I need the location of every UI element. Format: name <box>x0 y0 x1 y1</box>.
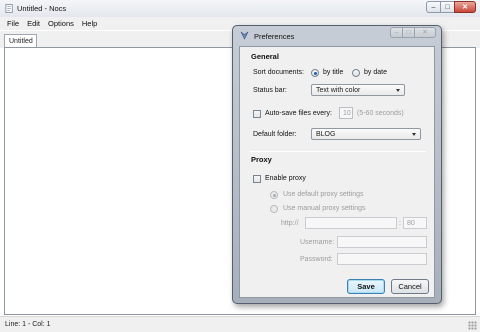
dialog-close-button[interactable]: ✕ <box>414 27 436 38</box>
main-title-bar[interactable]: Untitled - Nocs – □ ✕ <box>0 0 480 17</box>
password-input[interactable] <box>337 253 427 265</box>
username-label: Username: <box>300 239 335 246</box>
dropdown-arrow-icon <box>412 133 416 136</box>
dialog-window-controls: – □ ✕ <box>390 27 436 38</box>
sort-by-date-radio[interactable] <box>352 69 360 77</box>
sort-by-date-label[interactable]: by date <box>364 69 387 76</box>
status-bar-label: Status bar: <box>253 87 287 94</box>
proxy-host-input[interactable] <box>305 217 397 229</box>
cancel-button[interactable]: Cancel <box>391 279 429 294</box>
default-folder-label: Default folder: <box>253 131 297 138</box>
menu-options[interactable]: Options <box>44 17 78 30</box>
close-icon: ✕ <box>462 4 468 11</box>
enable-proxy-checkbox[interactable] <box>253 175 261 183</box>
sort-by-title-radio[interactable] <box>311 69 319 77</box>
autosave-label[interactable]: Auto-save files every: <box>265 110 332 117</box>
autosave-seconds-input[interactable]: 10 <box>339 107 353 119</box>
password-label: Password: <box>300 256 333 263</box>
proxy-port-value: 80 <box>407 219 415 227</box>
autosave-hint: (5-60 seconds) <box>357 110 404 117</box>
dialog-body: General Sort documents: by title by date… <box>239 46 435 298</box>
cursor-position: Line: 1 - Col: 1 <box>5 321 51 328</box>
section-divider <box>250 151 426 152</box>
proxy-host-prefix: http:// <box>281 220 299 227</box>
status-bar-select[interactable]: Text with color <box>311 84 405 96</box>
preferences-icon <box>240 31 249 40</box>
menu-file[interactable]: File <box>3 17 23 30</box>
proxy-heading: Proxy <box>251 155 272 164</box>
default-proxy-label[interactable]: Use default proxy settings <box>283 191 364 198</box>
manual-proxy-radio[interactable] <box>270 205 278 213</box>
minimize-icon: – <box>394 29 399 36</box>
sort-by-title-label[interactable]: by title <box>323 69 343 76</box>
default-proxy-radio[interactable] <box>270 191 278 199</box>
enable-proxy-label[interactable]: Enable proxy <box>265 175 306 182</box>
username-input[interactable] <box>337 236 427 248</box>
sort-label: Sort documents: <box>253 69 304 76</box>
save-button[interactable]: Save <box>347 279 385 294</box>
maximize-icon: □ <box>406 29 411 36</box>
maximize-button[interactable]: □ <box>440 1 455 13</box>
window-controls: – □ ✕ <box>426 1 476 14</box>
window-title: Untitled - Nocs <box>17 4 67 13</box>
close-button[interactable]: ✕ <box>454 1 476 13</box>
resize-grip-icon[interactable] <box>468 321 477 330</box>
status-bar: Line: 1 - Col: 1 <box>0 316 480 332</box>
default-folder-select[interactable]: BLOG <box>311 128 421 140</box>
autosave-seconds-value: 10 <box>343 109 351 117</box>
menu-edit[interactable]: Edit <box>23 17 44 30</box>
status-bar-value: Text with color <box>316 86 361 94</box>
minimize-button[interactable]: – <box>426 1 441 13</box>
dropdown-arrow-icon <box>396 89 400 92</box>
manual-proxy-label[interactable]: Use manual proxy settings <box>283 205 365 212</box>
proxy-port-separator: : <box>399 220 401 227</box>
menu-help[interactable]: Help <box>78 17 101 30</box>
maximize-icon: □ <box>445 4 450 11</box>
autosave-checkbox[interactable] <box>253 110 261 118</box>
default-folder-value: BLOG <box>316 130 336 138</box>
general-heading: General <box>251 52 279 61</box>
dialog-title: Preferences <box>254 32 295 41</box>
minimize-icon: – <box>431 4 436 11</box>
app-icon <box>5 4 13 13</box>
close-icon: ✕ <box>422 29 428 36</box>
proxy-port-input[interactable]: 80 <box>403 217 427 229</box>
preferences-dialog: Preferences – □ ✕ General Sort documents… <box>232 25 442 304</box>
